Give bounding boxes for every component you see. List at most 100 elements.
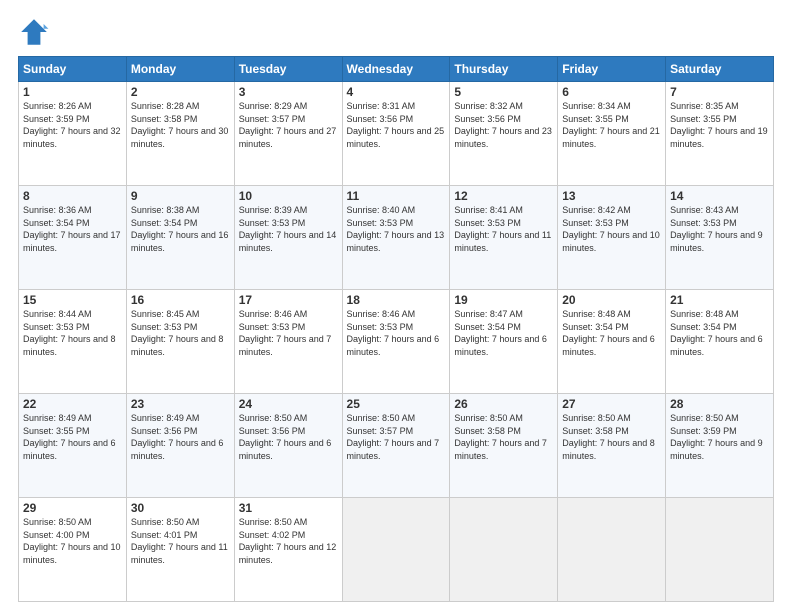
day-info: Sunrise: 8:45 AMSunset: 3:53 PMDaylight:…: [131, 308, 230, 358]
day-info: Sunrise: 8:44 AMSunset: 3:53 PMDaylight:…: [23, 308, 122, 358]
col-header-thursday: Thursday: [450, 57, 558, 82]
col-header-friday: Friday: [558, 57, 666, 82]
calendar-week-row: 15Sunrise: 8:44 AMSunset: 3:53 PMDayligh…: [19, 290, 774, 394]
col-header-tuesday: Tuesday: [234, 57, 342, 82]
day-number: 24: [239, 397, 338, 411]
day-info: Sunrise: 8:49 AMSunset: 3:55 PMDaylight:…: [23, 412, 122, 462]
day-number: 22: [23, 397, 122, 411]
day-info: Sunrise: 8:39 AMSunset: 3:53 PMDaylight:…: [239, 204, 338, 254]
day-number: 29: [23, 501, 122, 515]
day-number: 25: [347, 397, 446, 411]
day-info: Sunrise: 8:32 AMSunset: 3:56 PMDaylight:…: [454, 100, 553, 150]
day-number: 5: [454, 85, 553, 99]
day-number: 13: [562, 189, 661, 203]
calendar-cell: 5Sunrise: 8:32 AMSunset: 3:56 PMDaylight…: [450, 82, 558, 186]
day-number: 4: [347, 85, 446, 99]
calendar-cell: 9Sunrise: 8:38 AMSunset: 3:54 PMDaylight…: [126, 186, 234, 290]
calendar-cell: 22Sunrise: 8:49 AMSunset: 3:55 PMDayligh…: [19, 394, 127, 498]
day-number: 17: [239, 293, 338, 307]
day-info: Sunrise: 8:50 AMSunset: 4:02 PMDaylight:…: [239, 516, 338, 566]
day-number: 20: [562, 293, 661, 307]
page: SundayMondayTuesdayWednesdayThursdayFrid…: [0, 0, 792, 612]
calendar-cell: 15Sunrise: 8:44 AMSunset: 3:53 PMDayligh…: [19, 290, 127, 394]
day-number: 7: [670, 85, 769, 99]
day-info: Sunrise: 8:26 AMSunset: 3:59 PMDaylight:…: [23, 100, 122, 150]
calendar-week-row: 8Sunrise: 8:36 AMSunset: 3:54 PMDaylight…: [19, 186, 774, 290]
calendar-cell: 20Sunrise: 8:48 AMSunset: 3:54 PMDayligh…: [558, 290, 666, 394]
calendar-cell: 11Sunrise: 8:40 AMSunset: 3:53 PMDayligh…: [342, 186, 450, 290]
calendar-cell: 14Sunrise: 8:43 AMSunset: 3:53 PMDayligh…: [666, 186, 774, 290]
calendar-cell: 16Sunrise: 8:45 AMSunset: 3:53 PMDayligh…: [126, 290, 234, 394]
day-number: 3: [239, 85, 338, 99]
logo: [18, 16, 54, 48]
calendar-cell: [450, 498, 558, 602]
calendar-week-row: 29Sunrise: 8:50 AMSunset: 4:00 PMDayligh…: [19, 498, 774, 602]
calendar-week-row: 22Sunrise: 8:49 AMSunset: 3:55 PMDayligh…: [19, 394, 774, 498]
day-number: 28: [670, 397, 769, 411]
col-header-sunday: Sunday: [19, 57, 127, 82]
day-number: 15: [23, 293, 122, 307]
day-info: Sunrise: 8:41 AMSunset: 3:53 PMDaylight:…: [454, 204, 553, 254]
day-number: 1: [23, 85, 122, 99]
calendar-cell: 21Sunrise: 8:48 AMSunset: 3:54 PMDayligh…: [666, 290, 774, 394]
day-number: 27: [562, 397, 661, 411]
calendar-cell: 17Sunrise: 8:46 AMSunset: 3:53 PMDayligh…: [234, 290, 342, 394]
day-info: Sunrise: 8:36 AMSunset: 3:54 PMDaylight:…: [23, 204, 122, 254]
day-info: Sunrise: 8:31 AMSunset: 3:56 PMDaylight:…: [347, 100, 446, 150]
calendar-cell: 7Sunrise: 8:35 AMSunset: 3:55 PMDaylight…: [666, 82, 774, 186]
day-info: Sunrise: 8:50 AMSunset: 3:58 PMDaylight:…: [562, 412, 661, 462]
calendar-cell: 29Sunrise: 8:50 AMSunset: 4:00 PMDayligh…: [19, 498, 127, 602]
calendar-cell: 6Sunrise: 8:34 AMSunset: 3:55 PMDaylight…: [558, 82, 666, 186]
day-info: Sunrise: 8:50 AMSunset: 3:59 PMDaylight:…: [670, 412, 769, 462]
calendar-cell: 25Sunrise: 8:50 AMSunset: 3:57 PMDayligh…: [342, 394, 450, 498]
day-info: Sunrise: 8:48 AMSunset: 3:54 PMDaylight:…: [562, 308, 661, 358]
day-info: Sunrise: 8:28 AMSunset: 3:58 PMDaylight:…: [131, 100, 230, 150]
calendar-cell: 24Sunrise: 8:50 AMSunset: 3:56 PMDayligh…: [234, 394, 342, 498]
calendar-cell: 12Sunrise: 8:41 AMSunset: 3:53 PMDayligh…: [450, 186, 558, 290]
day-number: 19: [454, 293, 553, 307]
day-number: 26: [454, 397, 553, 411]
day-info: Sunrise: 8:38 AMSunset: 3:54 PMDaylight:…: [131, 204, 230, 254]
calendar-cell: 26Sunrise: 8:50 AMSunset: 3:58 PMDayligh…: [450, 394, 558, 498]
day-info: Sunrise: 8:50 AMSunset: 3:58 PMDaylight:…: [454, 412, 553, 462]
calendar-cell: 4Sunrise: 8:31 AMSunset: 3:56 PMDaylight…: [342, 82, 450, 186]
day-number: 12: [454, 189, 553, 203]
calendar-cell: 8Sunrise: 8:36 AMSunset: 3:54 PMDaylight…: [19, 186, 127, 290]
calendar-cell: [342, 498, 450, 602]
calendar-cell: [666, 498, 774, 602]
col-header-wednesday: Wednesday: [342, 57, 450, 82]
day-info: Sunrise: 8:46 AMSunset: 3:53 PMDaylight:…: [347, 308, 446, 358]
day-info: Sunrise: 8:49 AMSunset: 3:56 PMDaylight:…: [131, 412, 230, 462]
calendar-cell: 23Sunrise: 8:49 AMSunset: 3:56 PMDayligh…: [126, 394, 234, 498]
calendar-cell: 2Sunrise: 8:28 AMSunset: 3:58 PMDaylight…: [126, 82, 234, 186]
calendar-cell: 1Sunrise: 8:26 AMSunset: 3:59 PMDaylight…: [19, 82, 127, 186]
day-number: 9: [131, 189, 230, 203]
calendar-cell: 27Sunrise: 8:50 AMSunset: 3:58 PMDayligh…: [558, 394, 666, 498]
day-info: Sunrise: 8:48 AMSunset: 3:54 PMDaylight:…: [670, 308, 769, 358]
day-info: Sunrise: 8:29 AMSunset: 3:57 PMDaylight:…: [239, 100, 338, 150]
calendar-table: SundayMondayTuesdayWednesdayThursdayFrid…: [18, 56, 774, 602]
day-number: 6: [562, 85, 661, 99]
day-number: 8: [23, 189, 122, 203]
col-header-monday: Monday: [126, 57, 234, 82]
calendar-cell: 13Sunrise: 8:42 AMSunset: 3:53 PMDayligh…: [558, 186, 666, 290]
calendar-header-row: SundayMondayTuesdayWednesdayThursdayFrid…: [19, 57, 774, 82]
day-info: Sunrise: 8:50 AMSunset: 4:00 PMDaylight:…: [23, 516, 122, 566]
day-number: 14: [670, 189, 769, 203]
day-info: Sunrise: 8:46 AMSunset: 3:53 PMDaylight:…: [239, 308, 338, 358]
day-number: 2: [131, 85, 230, 99]
day-number: 16: [131, 293, 230, 307]
day-number: 30: [131, 501, 230, 515]
day-number: 31: [239, 501, 338, 515]
day-number: 18: [347, 293, 446, 307]
calendar-cell: 28Sunrise: 8:50 AMSunset: 3:59 PMDayligh…: [666, 394, 774, 498]
day-number: 11: [347, 189, 446, 203]
day-info: Sunrise: 8:34 AMSunset: 3:55 PMDaylight:…: [562, 100, 661, 150]
calendar-cell: 18Sunrise: 8:46 AMSunset: 3:53 PMDayligh…: [342, 290, 450, 394]
day-info: Sunrise: 8:50 AMSunset: 3:56 PMDaylight:…: [239, 412, 338, 462]
day-info: Sunrise: 8:42 AMSunset: 3:53 PMDaylight:…: [562, 204, 661, 254]
calendar-cell: 30Sunrise: 8:50 AMSunset: 4:01 PMDayligh…: [126, 498, 234, 602]
col-header-saturday: Saturday: [666, 57, 774, 82]
day-info: Sunrise: 8:47 AMSunset: 3:54 PMDaylight:…: [454, 308, 553, 358]
day-number: 23: [131, 397, 230, 411]
